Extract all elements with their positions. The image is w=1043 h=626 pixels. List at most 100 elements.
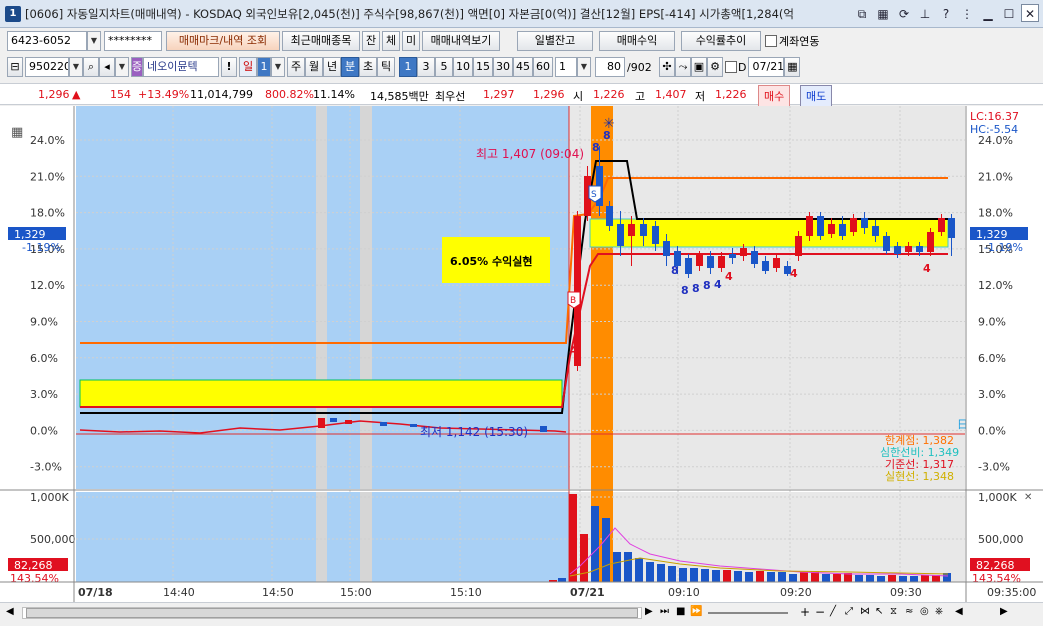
unexecuted-button[interactable]: 미	[402, 31, 420, 51]
balance-button[interactable]: 잔	[362, 31, 380, 51]
date-checkbox[interactable]	[725, 61, 737, 73]
stock-code-input[interactable]: 950220	[25, 57, 69, 77]
recent-trades-button[interactable]: 최근매매종목	[282, 31, 360, 51]
refresh-icon[interactable]: ⟳	[895, 4, 913, 22]
scroll-left-icon[interactable]: ◀	[6, 606, 14, 617]
candle	[839, 224, 846, 236]
close-icon[interactable]: ✕	[1021, 4, 1039, 22]
candle	[948, 218, 955, 238]
draw-line-icon[interactable]: ╱	[830, 606, 836, 617]
grid-icon[interactable]: ▦	[874, 4, 892, 22]
mark-icon[interactable]: ⋈	[860, 606, 870, 617]
window-title: [0606] 자동일지차트(매매내역) - KOSDAQ 외국인보유[2,045…	[25, 6, 794, 21]
interval-30[interactable]: 30	[493, 57, 513, 77]
speaker-icon[interactable]: ◂	[99, 57, 115, 77]
sell-button[interactable]: 매도	[800, 85, 833, 107]
minimize-icon[interactable]: ▁	[979, 4, 997, 22]
candle	[318, 418, 325, 428]
interval-1[interactable]: 1	[399, 57, 417, 77]
candle	[606, 206, 613, 226]
change-percent: +13.49%	[138, 88, 190, 101]
interval-10[interactable]: 10	[453, 57, 473, 77]
zoom-in-icon[interactable]: +	[800, 605, 810, 619]
trade-history-button[interactable]: 매매내역보기	[422, 31, 500, 51]
interval-45[interactable]: 45	[513, 57, 533, 77]
interval-count-dropdown[interactable]: ▼	[577, 57, 591, 77]
scroll-right-icon[interactable]: ▶	[645, 606, 653, 617]
scroll-thumb[interactable]	[26, 608, 638, 618]
lock-icon[interactable]: ◎	[920, 606, 929, 617]
period-month[interactable]: 월	[305, 57, 323, 77]
panel-grid-icon[interactable]: ▦	[11, 125, 23, 140]
period-year[interactable]: 년	[323, 57, 341, 77]
search-icon[interactable]: ⌕	[83, 57, 99, 77]
account-dropdown[interactable]: ▼	[87, 31, 101, 51]
window-layout-icon[interactable]: ⊟	[7, 57, 23, 77]
view-count-input[interactable]: 80	[595, 57, 625, 77]
period-tick[interactable]: 틱	[377, 57, 395, 77]
scroll-end-left-icon[interactable]: ◀	[955, 606, 963, 617]
vol-tick-right: 1,000K	[978, 491, 1017, 504]
next-icon[interactable]: ⏭	[660, 606, 669, 617]
interval-3[interactable]: 3	[417, 57, 435, 77]
date-input[interactable]: 07/21	[748, 57, 785, 77]
period-week[interactable]: 주	[287, 57, 305, 77]
pin-icon[interactable]: ⊥	[916, 4, 934, 22]
return-trend-button[interactable]: 수익률추이	[681, 31, 761, 51]
mark-history-button[interactable]: 매매마크/내역 조회	[166, 31, 280, 51]
zoom-out-icon[interactable]: −	[815, 605, 825, 619]
fast-forward-icon[interactable]: ⏩	[690, 606, 702, 617]
candle	[718, 256, 725, 268]
day-count-dropdown[interactable]: ▼	[271, 57, 285, 77]
wave-icon[interactable]: ≈	[905, 606, 913, 617]
y-tick-right: 6.0%	[978, 352, 1006, 365]
volume-bar	[734, 571, 742, 582]
y-tick-left: 18.0%	[30, 207, 65, 220]
stock-code-dropdown[interactable]: ▼	[69, 57, 83, 77]
x-tick-label: 07/18	[78, 586, 113, 599]
password-input[interactable]: ********	[104, 31, 162, 51]
period-day[interactable]: 일	[239, 57, 257, 77]
volume-bar	[866, 575, 874, 582]
day-count[interactable]: 1	[257, 57, 271, 77]
period-minute[interactable]: 분	[341, 57, 359, 77]
alert-icon[interactable]: !	[221, 57, 237, 77]
volume-bar	[646, 562, 654, 582]
period-second[interactable]: 초	[359, 57, 377, 77]
interval-count[interactable]: 1	[555, 57, 577, 77]
fit-icon[interactable]: ⤢	[845, 606, 853, 617]
calendar-icon[interactable]: ▦	[784, 57, 801, 77]
buy-button[interactable]: 매수	[758, 85, 791, 107]
x-tick-label: 09:35:00	[987, 586, 1036, 599]
speed-slider[interactable]	[708, 612, 788, 614]
maximize-icon[interactable]: ☐	[1000, 4, 1018, 22]
crosshair-icon[interactable]: ✣	[659, 57, 675, 77]
interval-5[interactable]: 5	[435, 57, 453, 77]
settings-icon[interactable]: ⚙	[707, 57, 723, 77]
interval-60[interactable]: 60	[533, 57, 553, 77]
volume-bar	[712, 570, 720, 582]
speaker-dropdown[interactable]: ▼	[115, 57, 129, 77]
help-icon[interactable]: ?	[937, 4, 955, 22]
executed-button[interactable]: 체	[382, 31, 400, 51]
stop-icon[interactable]: ■	[676, 606, 685, 617]
y-tick-right: 9.0%	[978, 316, 1006, 329]
stock-name[interactable]: 네오이뮨텍	[143, 57, 219, 77]
daily-balance-button[interactable]: 일별잔고	[517, 31, 593, 51]
interval-15[interactable]: 15	[473, 57, 493, 77]
trade-profit-button[interactable]: 매매수익	[599, 31, 675, 51]
menu-icon[interactable]: ⋮	[958, 4, 976, 22]
account-link-checkbox[interactable]	[765, 35, 777, 47]
pointer-icon[interactable]: ↖	[875, 606, 883, 617]
draw-tool-icon[interactable]: ⤳	[675, 57, 691, 77]
save-icon[interactable]: ▣	[691, 57, 707, 77]
chart-type-icon[interactable]: ⧖	[890, 606, 897, 617]
price-tag-left-value: 1,329	[14, 228, 46, 241]
chart-area[interactable]: 24.0% 21.0% 18.0% 15.0% 12.0% 9.0% 6.0% 3.0% 0.0…	[0, 106, 1043, 602]
account-input[interactable]: 6423-6052	[7, 31, 87, 51]
alarm-icon[interactable]: ⎈	[935, 606, 943, 617]
link-icon[interactable]: ⧉	[853, 4, 871, 22]
candle	[916, 246, 923, 252]
volume-close-icon[interactable]: ✕	[1024, 492, 1032, 503]
scroll-end-right-icon[interactable]: ▶	[1000, 606, 1008, 617]
